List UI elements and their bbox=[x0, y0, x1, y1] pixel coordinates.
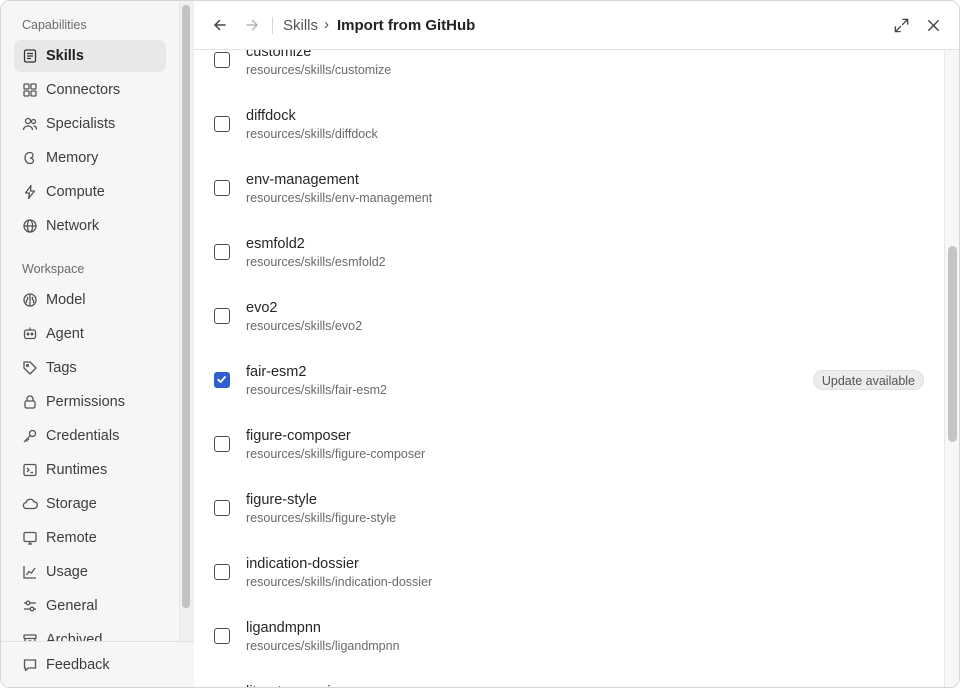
memory-icon bbox=[22, 150, 38, 166]
list-item[interactable]: diffdock resources/skills/diffdock bbox=[194, 61, 944, 141]
sidebar-item-permissions[interactable]: Permissions bbox=[14, 386, 166, 418]
skill-name: literature-review bbox=[246, 684, 349, 687]
sidebar-item-credentials[interactable]: Credentials bbox=[14, 420, 166, 452]
sidebar-item-archived[interactable]: Archived bbox=[14, 624, 166, 641]
sidebar-item-label: Runtimes bbox=[46, 462, 108, 478]
sidebar-footer: Feedback bbox=[1, 641, 194, 687]
tag-icon bbox=[22, 360, 38, 376]
sidebar-item-label: Skills bbox=[46, 48, 84, 64]
page-title: Import from GitHub bbox=[337, 17, 476, 34]
cloud-icon bbox=[22, 496, 38, 512]
terminal-icon bbox=[22, 462, 38, 478]
chart-icon bbox=[22, 564, 38, 580]
sidebar-item-runtimes[interactable]: Runtimes bbox=[14, 454, 166, 486]
sidebar-item-connectors[interactable]: Connectors bbox=[14, 74, 166, 106]
sidebar-item-label: Tags bbox=[46, 360, 77, 376]
sidebar-item-label: Storage bbox=[46, 496, 97, 512]
header-bar: Skills › Import from GitHub bbox=[194, 1, 959, 50]
skill-name: diffdock bbox=[246, 108, 296, 124]
list-item[interactable]: esmfold2 resources/skills/esmfold2 bbox=[194, 189, 944, 269]
skill-name: figure-style bbox=[246, 492, 317, 508]
section-label-workspace: Workspace bbox=[22, 262, 85, 276]
brain-icon bbox=[22, 292, 38, 308]
lock-icon bbox=[22, 394, 38, 410]
sidebar-item-label: Permissions bbox=[46, 394, 125, 410]
sidebar: Capabilities Skills Connectors Specialis… bbox=[1, 1, 194, 687]
sidebar-item-label: Specialists bbox=[46, 116, 116, 132]
list-item[interactable]: env-management resources/skills/env-manag… bbox=[194, 125, 944, 205]
skill-name: fair-esm2 bbox=[246, 364, 307, 380]
sliders-icon bbox=[22, 598, 38, 614]
skill-name: customize bbox=[246, 50, 312, 60]
globe-icon bbox=[22, 218, 38, 234]
breadcrumb-root[interactable]: Skills bbox=[283, 17, 318, 34]
sidebar-scroll-area[interactable]: Capabilities Skills Connectors Specialis… bbox=[1, 1, 179, 641]
breadcrumb-separator: › bbox=[324, 16, 329, 33]
expand-icon[interactable] bbox=[893, 17, 911, 35]
sidebar-item-compute[interactable]: Compute bbox=[14, 176, 166, 208]
specialists-icon bbox=[22, 116, 38, 132]
connectors-icon bbox=[22, 82, 38, 98]
main-scrollbar-thumb[interactable] bbox=[948, 246, 957, 442]
sidebar-item-usage[interactable]: Usage bbox=[14, 556, 166, 588]
sidebar-item-tags[interactable]: Tags bbox=[14, 352, 166, 384]
forward-arrow-icon[interactable] bbox=[243, 16, 261, 34]
sidebar-item-skills[interactable]: Skills bbox=[14, 40, 166, 72]
feedback-label: Feedback bbox=[46, 657, 110, 673]
list-item[interactable]: ligandmpnn resources/skills/ligandmpnn bbox=[194, 573, 944, 653]
skill-name: ligandmpnn bbox=[246, 620, 321, 636]
skill-name: figure-composer bbox=[246, 428, 351, 444]
sidebar-item-label: Compute bbox=[46, 184, 105, 200]
sidebar-item-memory[interactable]: Memory bbox=[14, 142, 166, 174]
sidebar-item-label: Agent bbox=[46, 326, 84, 342]
lightning-icon bbox=[22, 184, 38, 200]
list-item[interactable]: figure-composer resources/skills/figure-c… bbox=[194, 381, 944, 461]
archive-icon bbox=[22, 632, 38, 641]
chat-bubble-icon bbox=[22, 657, 38, 673]
sidebar-item-remote[interactable]: Remote bbox=[14, 522, 166, 554]
list-item[interactable]: indication-dossier resources/skills/indic… bbox=[194, 509, 944, 589]
sidebar-item-agent[interactable]: Agent bbox=[14, 318, 166, 350]
sidebar-item-label: Remote bbox=[46, 530, 97, 546]
sidebar-item-specialists[interactable]: Specialists bbox=[14, 108, 166, 140]
sidebar-item-storage[interactable]: Storage bbox=[14, 488, 166, 520]
sidebar-item-network[interactable]: Network bbox=[14, 210, 166, 242]
list-item[interactable]: customize resources/skills/customize bbox=[194, 50, 944, 77]
sidebar-item-general[interactable]: General bbox=[14, 590, 166, 622]
skill-name: evo2 bbox=[246, 300, 278, 316]
sidebar-item-label: Archived bbox=[46, 632, 103, 641]
sidebar-item-label: Memory bbox=[46, 150, 99, 166]
list-item[interactable]: literature-reviewresources/skills/litera… bbox=[194, 637, 944, 687]
skill-name: esmfold2 bbox=[246, 236, 305, 252]
sidebar-scrollbar-thumb[interactable] bbox=[182, 5, 190, 608]
section-label-capabilities: Capabilities bbox=[22, 18, 87, 32]
sidebar-item-label: Credentials bbox=[46, 428, 120, 444]
agent-icon bbox=[22, 326, 38, 342]
remote-icon bbox=[22, 530, 38, 546]
header-divider bbox=[272, 17, 273, 34]
back-arrow-icon[interactable] bbox=[211, 16, 229, 34]
sidebar-item-label: Connectors bbox=[46, 82, 121, 98]
skill-name: env-management bbox=[246, 172, 359, 188]
key-icon bbox=[22, 428, 38, 444]
sidebar-item-model[interactable]: Model bbox=[14, 284, 166, 316]
list-item[interactable]: figure-style resources/skills/figure-styl… bbox=[194, 445, 944, 525]
list-item[interactable]: evo2 resources/skills/evo2 bbox=[194, 253, 944, 333]
feedback-button[interactable]: Feedback bbox=[14, 649, 166, 681]
sidebar-item-label: General bbox=[46, 598, 98, 614]
close-icon[interactable] bbox=[925, 17, 943, 35]
skills-icon bbox=[22, 48, 38, 64]
sidebar-item-label: Model bbox=[46, 292, 86, 308]
sidebar-item-label: Usage bbox=[46, 564, 88, 580]
skill-name: indication-dossier bbox=[246, 556, 359, 572]
settings-window: Capabilities Skills Connectors Specialis… bbox=[0, 0, 960, 688]
skills-list[interactable]: customize resources/skills/customize diffd… bbox=[194, 50, 959, 687]
list-item[interactable]: fair-esm2 resources/skills/fair-esm2 Updat… bbox=[194, 317, 944, 397]
sidebar-item-label: Network bbox=[46, 218, 100, 234]
